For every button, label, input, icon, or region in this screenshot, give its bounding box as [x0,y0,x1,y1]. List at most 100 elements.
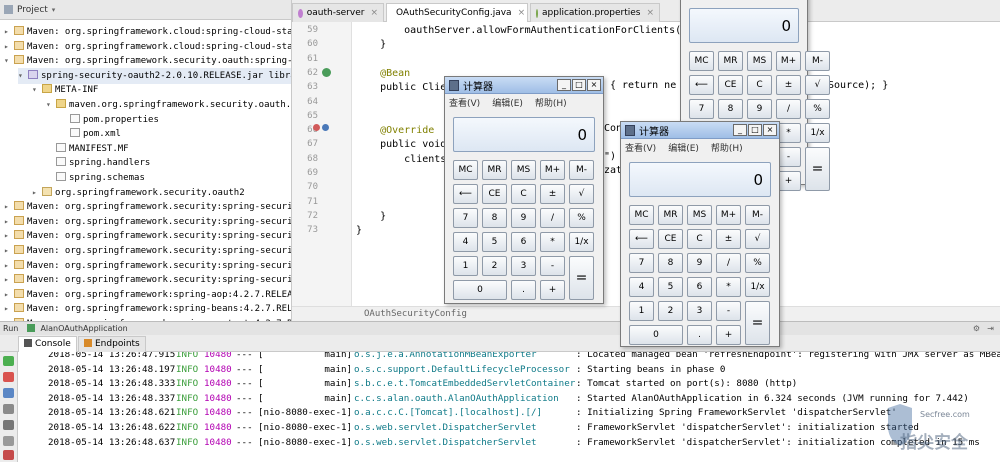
calc-key-n6[interactable]: 6 [687,277,712,297]
calc-key-mul[interactable]: * [716,277,741,297]
calc-key-mplus[interactable]: M+ [776,51,801,71]
calc-key-div[interactable]: / [776,99,801,119]
menu-item[interactable]: 编辑(E) [668,141,699,154]
close-button[interactable]: × [763,124,777,136]
pin-icon[interactable] [3,436,14,446]
calc-key-eq[interactable]: = [805,147,830,191]
tab-endpoints[interactable]: Endpoints [78,336,146,352]
calc-key-n4[interactable]: 4 [629,277,654,297]
chevron-right-icon[interactable]: ▸ [4,301,14,317]
chevron-right-icon[interactable]: ▸ [4,258,14,274]
calc-key-n2[interactable]: 2 [658,301,683,321]
calc-key-ce[interactable]: CE [658,229,683,249]
calc-key-add[interactable]: + [540,280,565,300]
calc-key-div[interactable]: / [540,208,565,228]
maximize-button[interactable]: □ [572,79,586,91]
calc-key-ms[interactable]: MS [687,205,712,225]
calc-key-n9[interactable]: 9 [747,99,772,119]
calc-key-n9[interactable]: 9 [687,253,712,273]
calc-key-n7[interactable]: 7 [629,253,654,273]
chevron-right-icon[interactable]: ▸ [4,287,14,303]
calculator-window[interactable]: 计算器 _ □ × 查看(V) 编辑(E) 帮助(H) 0 MC MR MS M+ M- ⟵ CE C ± √ 7 8… [444,76,604,304]
close-tab-icon[interactable]: × [518,8,526,18]
close-tab-icon[interactable]: × [370,8,378,18]
calc-key-mminus[interactable]: M- [805,51,830,71]
calc-key-n7[interactable]: 7 [453,208,478,228]
calc-key-ms[interactable]: MS [747,51,772,71]
calc-key-n1[interactable]: 1 [453,256,478,276]
chevron-down-icon[interactable]: ▾ [46,97,56,113]
tree-row[interactable]: spring.handlers [46,155,291,171]
settings-icon[interactable] [3,420,14,430]
chevron-right-icon[interactable]: ▸ [4,228,14,244]
calc-key-c[interactable]: C [511,184,536,204]
calc-key-n3[interactable]: 3 [687,301,712,321]
calc-key-pct[interactable]: % [805,99,830,119]
calc-key-add[interactable]: + [716,325,741,345]
pause-icon[interactable] [3,388,14,398]
chevron-down-icon[interactable]: ▾ [52,6,56,14]
marker-icon[interactable] [322,124,329,131]
calc-key-back[interactable]: ⟵ [453,184,478,204]
calculator-titlebar[interactable]: 计算器 _ □ × [445,77,603,94]
calc-key-sub[interactable]: - [716,301,741,321]
menu-item[interactable]: 编辑(E) [492,96,523,109]
calc-key-n7[interactable]: 7 [689,99,714,119]
editor-tab[interactable]: application.properties × [530,3,660,22]
tree-row[interactable]: ▸ Maven: org.springframework.security:spr… [4,214,291,230]
calc-key-sqrt[interactable]: √ [569,184,594,204]
calc-key-mc[interactable]: MC [453,160,478,180]
calculator-titlebar[interactable]: 计算器 _ □ × [621,122,779,139]
chevron-right-icon[interactable]: ▸ [4,214,14,230]
calc-key-inv[interactable]: 1/x [569,232,594,252]
calc-key-pct[interactable]: % [569,208,594,228]
chevron-right-icon[interactable]: ▸ [4,39,14,55]
editor-tab[interactable]: oauth-server × [292,3,384,22]
marker-icon[interactable] [313,124,320,131]
calc-key-mr[interactable]: MR [718,51,743,71]
calc-key-sign[interactable]: ± [776,75,801,95]
chevron-down-icon[interactable]: ▾ [18,68,28,84]
tree-row[interactable]: pom.xml [60,126,291,142]
run-toolwindow-bar[interactable]: Run AlanOAuthApplication ⚙ ⇥ [0,321,1000,335]
tree-row[interactable]: ▸ Maven: org.springframework.security:spr… [4,228,291,244]
calc-key-n5[interactable]: 5 [482,232,507,252]
chevron-right-icon[interactable]: ▸ [4,24,14,40]
calc-key-n3[interactable]: 3 [511,256,536,276]
calc-key-dot[interactable]: . [687,325,712,345]
tree-row[interactable]: ▸ Maven: org.springframework.security:spr… [4,258,291,274]
calc-key-n0[interactable]: 0 [629,325,683,345]
chevron-right-icon[interactable]: ▸ [4,272,14,288]
calc-key-n0[interactable]: 0 [453,280,507,300]
stop-icon[interactable] [3,372,14,382]
tree-row[interactable]: pom.properties [60,112,291,128]
calc-key-sqrt[interactable]: √ [745,229,770,249]
close-icon[interactable] [3,450,14,460]
menu-item[interactable]: 帮助(H) [711,141,743,154]
close-tab-icon[interactable]: × [646,8,654,18]
chevron-down-icon[interactable]: ▾ [4,53,14,69]
calc-key-n8[interactable]: 8 [718,99,743,119]
calc-key-mminus[interactable]: M- [569,160,594,180]
tree-row[interactable]: ▸ Maven: org.springframework.cloud:spring… [4,39,291,55]
calc-key-sign[interactable]: ± [716,229,741,249]
calc-key-inv[interactable]: 1/x [805,123,830,143]
calc-key-sqrt[interactable]: √ [805,75,830,95]
maximize-button[interactable]: □ [748,124,762,136]
chevron-down-icon[interactable]: ▾ [32,82,42,98]
tree-row[interactable]: ▸ org.springframework.security.oauth2 [32,185,291,201]
tab-console[interactable]: Console [18,336,77,352]
calc-key-sub[interactable]: - [540,256,565,276]
tree-row[interactable]: ▸ Maven: org.springframework.security:spr… [4,199,291,215]
calc-key-sign[interactable]: ± [540,184,565,204]
tree-row[interactable]: ▸ Maven: org.springframework.security:spr… [4,272,291,288]
tree-row[interactable]: ▾ META-INF [32,82,291,98]
calc-key-n8[interactable]: 8 [482,208,507,228]
close-button[interactable]: × [587,79,601,91]
hide-icon[interactable]: ⇥ [987,322,994,335]
calc-key-ce[interactable]: CE [482,184,507,204]
tree-row[interactable]: MANIFEST.MF [46,141,291,157]
calc-key-n1[interactable]: 1 [629,301,654,321]
calc-key-mc[interactable]: MC [689,51,714,71]
calc-key-mc[interactable]: MC [629,205,654,225]
